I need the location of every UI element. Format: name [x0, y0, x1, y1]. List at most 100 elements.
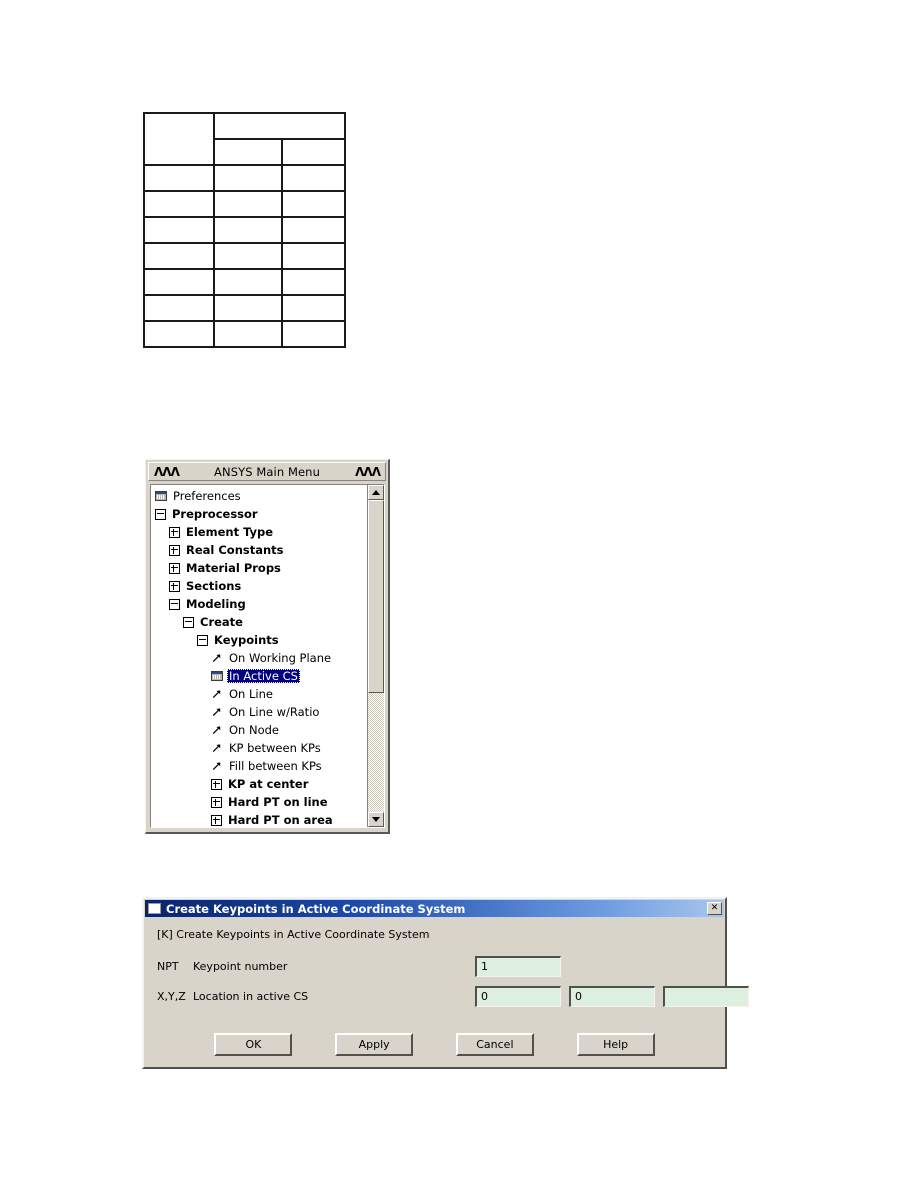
menu-tree[interactable]: Preferences Preprocessor Element Type Real … [151, 485, 367, 827]
menu-item-on-node[interactable]: On Node [151, 721, 367, 739]
plus-box-icon[interactable] [169, 544, 180, 556]
menu-item-label: Element Type [186, 525, 274, 539]
table-cell [281, 242, 346, 270]
location-x-input[interactable]: 0 [475, 985, 561, 1007]
ansys-main-menu-panel: ΛΛΛ ANSYS Main Menu ΛΛΛ Preferences Prepr… [145, 459, 390, 834]
menu-item-label: On Node [229, 723, 280, 737]
table-cell [213, 164, 283, 192]
plus-box-icon[interactable] [169, 526, 180, 538]
help-button[interactable]: Help [576, 1033, 655, 1056]
table-cell [213, 216, 283, 244]
menu-item-create[interactable]: Create [151, 613, 367, 631]
menu-scrollbar[interactable] [367, 485, 384, 827]
minus-box-icon[interactable] [183, 616, 194, 628]
table-cell [213, 294, 283, 322]
close-icon[interactable]: ✕ [707, 902, 722, 915]
table-cell [281, 164, 346, 192]
menu-item-element-type[interactable]: Element Type [151, 523, 367, 541]
menu-item-label: Material Props [186, 561, 281, 575]
ok-button[interactable]: OK [214, 1033, 293, 1056]
table-row [143, 164, 346, 192]
location-y-input[interactable]: 0 [569, 985, 655, 1007]
scroll-up-icon [372, 490, 380, 495]
menu-item-kp-at-center[interactable]: KP at center [151, 775, 367, 793]
menu-item-on-line[interactable]: On Line [151, 685, 367, 703]
menu-titlebar: ΛΛΛ ANSYS Main Menu ΛΛΛ [148, 462, 386, 481]
table-cell [213, 320, 283, 348]
table-row [143, 268, 346, 296]
table-cell [143, 112, 215, 166]
cancel-button[interactable]: Cancel [455, 1033, 534, 1056]
menu-item-label: On Working Plane [229, 651, 332, 665]
grid-table-body [143, 112, 346, 348]
arrow-icon [211, 724, 223, 736]
apply-button[interactable]: Apply [335, 1033, 414, 1056]
scrollbar-track[interactable] [368, 500, 384, 812]
menu-item-on-line-w-ratio[interactable]: On Line w/Ratio [151, 703, 367, 721]
plus-box-icon[interactable] [211, 814, 222, 826]
window-icon [148, 903, 161, 914]
keypoint-number-input[interactable]: 1 [475, 955, 561, 977]
dialog-title: Create Keypoints in Active Coordinate Sy… [166, 901, 466, 916]
table-cell [213, 138, 283, 166]
menu-item-label: Hard PT on area [228, 813, 333, 827]
scrollbar-thumb[interactable] [368, 500, 384, 694]
table-row [143, 294, 346, 322]
plus-box-icon[interactable] [211, 778, 222, 790]
menu-item-label: KP at center [228, 777, 309, 791]
menu-item-keypoints[interactable]: Keypoints [151, 631, 367, 649]
menu-item-label: On Line w/Ratio [229, 705, 320, 719]
minus-box-icon[interactable] [197, 634, 208, 646]
scroll-down-button[interactable] [368, 812, 384, 827]
menu-item-label: Create [200, 615, 243, 629]
menu-item-in-active-cs[interactable]: In Active CS [151, 667, 367, 685]
menu-item-preferences[interactable]: Preferences [151, 487, 367, 505]
menu-item-hard-pt-on-area[interactable]: Hard PT on area [151, 811, 367, 827]
table-cell [213, 190, 283, 218]
arrow-icon [211, 652, 223, 664]
table-row [143, 190, 346, 218]
table-cell [143, 242, 215, 270]
menu-item-kp-between-kps[interactable]: KP between KPs [151, 739, 367, 757]
command-hint: [K] Create Keypoints in Active Coordinat… [157, 928, 430, 941]
dialog-icon[interactable] [155, 491, 167, 501]
minus-box-icon[interactable] [169, 598, 180, 610]
location-z-input[interactable] [663, 985, 749, 1007]
arrow-icon [211, 742, 223, 754]
plus-box-icon[interactable] [169, 580, 180, 592]
menu-item-preprocessor[interactable]: Preprocessor [151, 505, 367, 523]
menu-item-material-props[interactable]: Material Props [151, 559, 367, 577]
menu-item-on-working-plane[interactable]: On Working Plane [151, 649, 367, 667]
minus-box-icon[interactable] [155, 508, 166, 520]
field-code-npt: NPT [157, 959, 179, 973]
table-cell [281, 320, 346, 348]
field-row-npt: NPT Keypoint number 1 [157, 955, 714, 977]
arrow-icon [211, 706, 223, 718]
table-cell [143, 216, 215, 244]
menu-item-hard-pt-on-line[interactable]: Hard PT on line [151, 793, 367, 811]
table-row [143, 242, 346, 270]
dialog-icon[interactable] [211, 671, 223, 681]
menu-item-label: Real Constants [186, 543, 284, 557]
menu-item-fill-between-kps[interactable]: Fill between KPs [151, 757, 367, 775]
dialog-button-row: OK Apply Cancel Help [145, 1033, 724, 1056]
field-code-xyz: X,Y,Z [157, 989, 186, 1003]
table-cell [281, 190, 346, 218]
table-row [143, 320, 346, 348]
table-cell [213, 112, 346, 140]
plus-box-icon[interactable] [169, 562, 180, 574]
plus-box-icon[interactable] [211, 796, 222, 808]
menu-item-sections[interactable]: Sections [151, 577, 367, 595]
menu-item-label: Preferences [173, 489, 241, 503]
menu-item-label: Keypoints [214, 633, 279, 647]
table-cell [213, 268, 283, 296]
arrow-icon [211, 760, 223, 772]
menu-item-label: On Line [229, 687, 273, 701]
menu-item-modeling[interactable]: Modeling [151, 595, 367, 613]
scroll-up-button[interactable] [368, 485, 384, 500]
menu-item-real-constants[interactable]: Real Constants [151, 541, 367, 559]
create-keypoints-dialog: Create Keypoints in Active Coordinate Sy… [142, 897, 749, 1069]
field-label-xyz: Location in active CS [193, 989, 309, 1003]
table-cell [281, 268, 346, 296]
menu-item-label: In Active CS [227, 669, 300, 683]
